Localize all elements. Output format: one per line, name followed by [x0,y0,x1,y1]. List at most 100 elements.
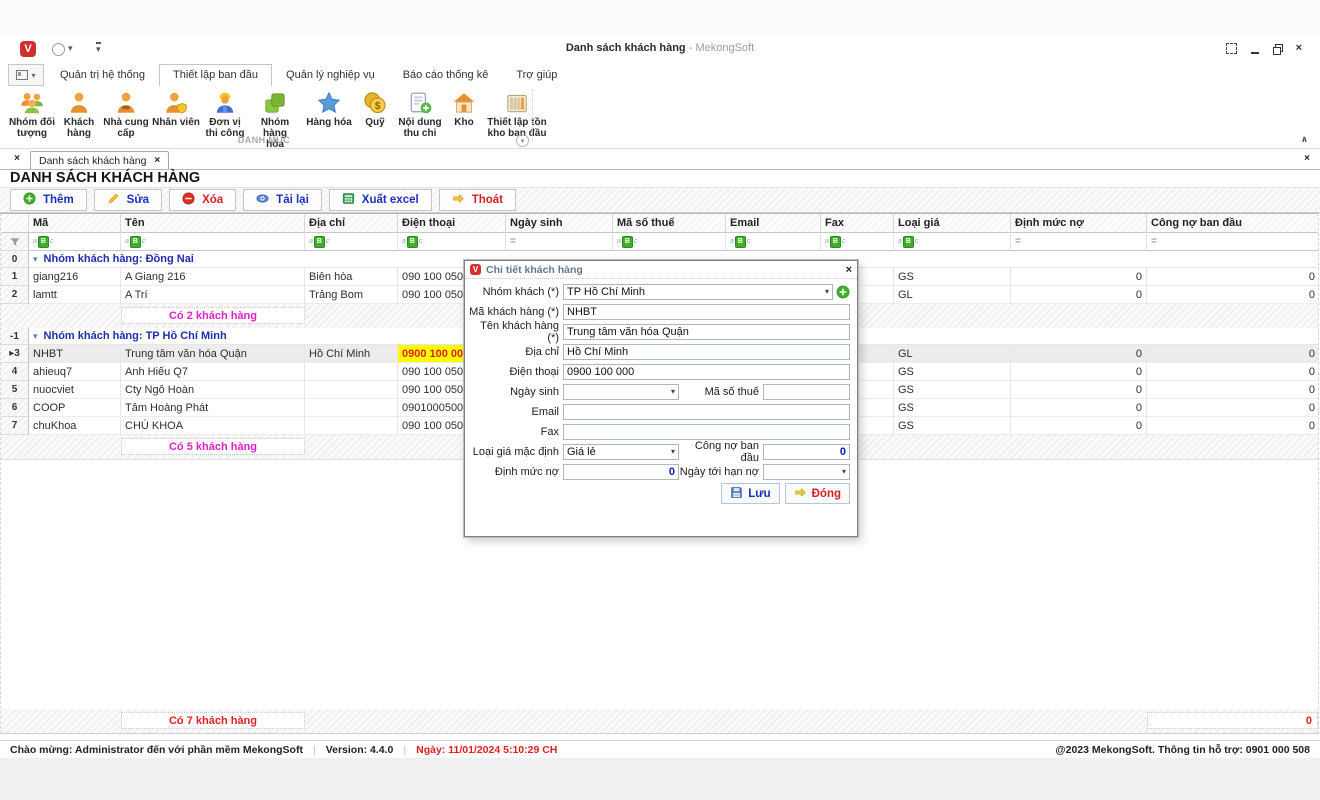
grid-cell[interactable]: CHÚ KHOA [121,417,305,435]
filter-cell[interactable]: aBc [894,233,1011,251]
grid-cell[interactable]: Trung tâm văn hóa Quận [121,345,305,363]
add-customer-group-button[interactable] [836,285,850,299]
grid-cell[interactable]: 0 [1147,417,1319,435]
grid-cell[interactable]: nuocviet [29,381,121,399]
grid-cell[interactable]: 0 [1147,381,1319,399]
ngay-toi-han-select[interactable]: ▾ [763,464,850,480]
grid-cell[interactable] [305,363,398,381]
grid-cell[interactable]: 0 [1011,381,1147,399]
ribbon-tab[interactable]: Trợ giúp [502,64,571,86]
grid-cell[interactable]: chuKhoa [29,417,121,435]
filter-cell[interactable]: aBc [821,233,894,251]
nhom-khach-select[interactable]: TP Hồ Chí Minh ▾ [563,284,833,300]
grid-cell[interactable]: Trảng Bom [305,286,398,304]
ribbon-tab[interactable]: Báo cáo thống kê [389,64,503,86]
grid-cell[interactable]: GS [894,399,1011,417]
grid-cell[interactable]: 0 [1011,345,1147,363]
filter-cell[interactable]: = [506,233,613,251]
column-header[interactable]: Email [726,214,821,233]
column-header[interactable]: Mã [29,214,121,233]
close-button[interactable]: Đóng [785,483,850,504]
filter-cell[interactable]: = [1147,233,1319,251]
column-header[interactable]: Ngày sinh [506,214,613,233]
column-header[interactable]: Điện thoại [398,214,506,233]
cong-no-input[interactable]: 0 [763,444,850,460]
grid-cell[interactable]: 0 [1147,286,1319,304]
grid-cell[interactable]: 0 [1147,345,1319,363]
grid-cell[interactable]: GS [894,417,1011,435]
close-tab-icon[interactable]: × [154,155,160,166]
email-input[interactable] [563,404,850,420]
filter-cell[interactable]: aBc [398,233,506,251]
fax-input[interactable] [563,424,850,440]
fit-window-icon[interactable] [1226,43,1237,54]
collapse-group-icon[interactable]: ▾ [33,254,38,265]
grid-cell[interactable]: 0 [1011,268,1147,286]
grid-cell[interactable] [305,399,398,417]
eye-button[interactable]: Tải lại [243,189,322,211]
ma-so-thue-input[interactable] [763,384,850,400]
grid-cell[interactable]: Hồ Chí Minh [305,345,398,363]
save-button[interactable]: Lưu [721,483,779,504]
filter-cell[interactable]: aBc [726,233,821,251]
grid-cell[interactable]: GL [894,345,1011,363]
filter-cell[interactable]: aBc [613,233,726,251]
grid-cell[interactable]: GS [894,268,1011,286]
grid-cell[interactable]: ahieuq7 [29,363,121,381]
ribbon-group-more-icon[interactable]: ▾ [516,134,529,147]
dinh-muc-no-input[interactable]: 0 [563,464,679,480]
column-header[interactable]: Fax [821,214,894,233]
grid-cell[interactable]: Anh Hiếu Q7 [121,363,305,381]
application-menu-button[interactable]: ▾ [8,64,44,86]
filter-cell[interactable]: aBc [305,233,398,251]
exit-arrow-button[interactable]: Thoát [439,189,516,211]
filter-cell[interactable]: aBc [29,233,121,251]
grid-cell[interactable]: 0 [1011,286,1147,304]
minimize-icon[interactable] [1251,44,1259,54]
grid-cell[interactable]: 0 [1011,417,1147,435]
ten-khach-hang-input[interactable]: Trung tâm văn hóa Quận [563,324,850,340]
column-header[interactable]: Định mức nợ [1011,214,1147,233]
grid-cell[interactable]: giang216 [29,268,121,286]
grid-cell[interactable]: 0 [1011,363,1147,381]
grid-cell[interactable]: Tâm Hoàng Phát [121,399,305,417]
grid-cell[interactable]: GL [894,286,1011,304]
filter-row-indicator-icon[interactable] [1,233,29,251]
tab-danh-sach-khach-hang[interactable]: Danh sách khách hàng × [30,151,169,169]
grid-cell[interactable]: A Giang 216 [121,268,305,286]
ngay-sinh-select[interactable]: ▾ [563,384,679,400]
grid-cell[interactable]: GS [894,363,1011,381]
pencil-button[interactable]: Sửa [94,189,162,211]
dia-chi-input[interactable]: Hồ Chí Minh [563,344,850,360]
close-window-icon[interactable]: × [1296,42,1302,55]
ribbon-tab[interactable]: Thiết lập ban đầu [159,64,272,87]
plus-circle-button[interactable]: Thêm [10,189,87,211]
grid-cell[interactable]: 0 [1011,399,1147,417]
minus-circle-button[interactable]: Xóa [169,189,236,211]
grid-cell[interactable]: 0 [1147,268,1319,286]
close-document-icon[interactable]: × [1304,153,1310,164]
filter-cell[interactable]: aBc [121,233,305,251]
grid-cell[interactable] [305,417,398,435]
grid-cell[interactable]: Cty Ngô Hoàn [121,381,305,399]
column-header[interactable]: Công nợ ban đầu [1147,214,1319,233]
ma-khach-hang-input[interactable]: NHBT [563,304,850,320]
column-header[interactable]: Địa chỉ [305,214,398,233]
loai-gia-select[interactable]: Giá lẻ ▾ [563,444,679,460]
column-header[interactable]: Tên [121,214,305,233]
dialog-close-icon[interactable]: × [846,264,852,276]
column-header[interactable]: Loại giá [894,214,1011,233]
column-header[interactable]: Mã số thuế [613,214,726,233]
ribbon-collapse-icon[interactable]: ∧ [1301,134,1308,145]
grid-cell[interactable]: lamtt [29,286,121,304]
grid-cell[interactable]: GS [894,381,1011,399]
restore-icon[interactable] [1273,44,1282,53]
collapse-group-icon[interactable]: ▾ [33,331,38,342]
filter-cell[interactable]: = [1011,233,1147,251]
dien-thoai-input[interactable]: 0900 100 000 [563,364,850,380]
excel-button[interactable]: Xuất excel [329,189,432,211]
ribbon-tab[interactable]: Quản trị hệ thống [46,64,159,86]
ribbon-tab[interactable]: Quản lý nghiệp vụ [272,64,389,86]
grid-cell[interactable]: NHBT [29,345,121,363]
grid-cell[interactable] [305,381,398,399]
